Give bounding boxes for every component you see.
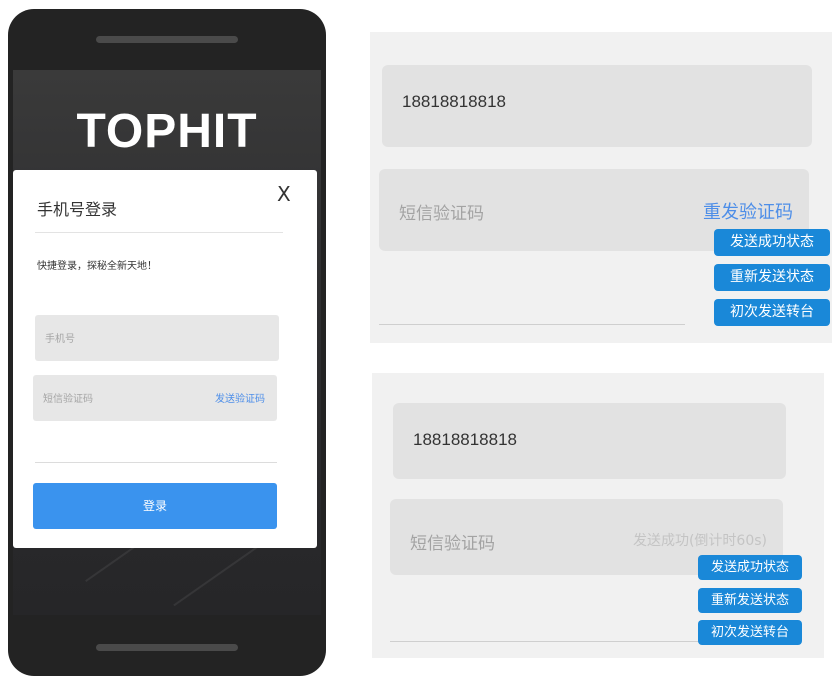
phone-input[interactable]: 18818818818 — [393, 403, 786, 479]
modal-title: 手机号登录 — [37, 200, 118, 219]
phone-input[interactable]: 手机号 — [35, 315, 279, 361]
close-icon[interactable]: X — [277, 182, 291, 206]
send-code-link[interactable]: 发送验证码 — [215, 390, 265, 405]
send-success-state-button[interactable]: 发送成功状态 — [698, 555, 802, 580]
sms-code-input[interactable]: 短信验证码 发送验证码 — [33, 375, 277, 421]
phone-input-value: 18818818818 — [402, 92, 507, 111]
resend-code-link[interactable]: 重发验证码 — [703, 198, 793, 224]
countdown-state-panel: 18818818818 短信验证码 发送成功(倒计时60s) 发送成功状态 重新… — [372, 373, 824, 658]
phone-input-value: 18818818818 — [413, 430, 518, 449]
send-success-state-button[interactable]: 发送成功状态 — [714, 229, 830, 256]
phone-speaker — [96, 36, 238, 43]
sms-code-placeholder: 短信验证码 — [399, 204, 484, 224]
app-logo: TOPHIT — [76, 105, 258, 158]
login-button[interactable]: 登录 — [33, 483, 277, 529]
initial-send-state-button[interactable]: 初次发送转台 — [698, 620, 802, 645]
resend-state-button[interactable]: 重新发送状态 — [698, 588, 802, 613]
sms-code-placeholder: 短信验证码 — [410, 534, 495, 554]
modal-divider — [35, 232, 283, 233]
divider — [379, 324, 685, 325]
countdown-text: 发送成功(倒计时60s) — [632, 533, 767, 549]
divider — [35, 462, 277, 463]
phone-input-placeholder: 手机号 — [45, 334, 75, 345]
initial-send-state-button[interactable]: 初次发送转台 — [714, 299, 830, 326]
phone-home-bar — [96, 644, 238, 651]
login-modal: 手机号登录 X 快捷登录，探秘全新天地！ 手机号 短信验证码 发送验证码 登录 — [13, 170, 317, 548]
modal-subtitle: 快捷登录，探秘全新天地！ — [37, 261, 157, 272]
divider — [390, 641, 700, 642]
resend-state-button[interactable]: 重新发送状态 — [714, 264, 830, 291]
sms-code-placeholder: 短信验证码 — [43, 394, 93, 405]
phone-input[interactable]: 18818818818 — [382, 65, 812, 147]
resend-state-panel: 18818818818 短信验证码 重发验证码 发送成功状态 重新发送状态 初次… — [370, 32, 832, 343]
